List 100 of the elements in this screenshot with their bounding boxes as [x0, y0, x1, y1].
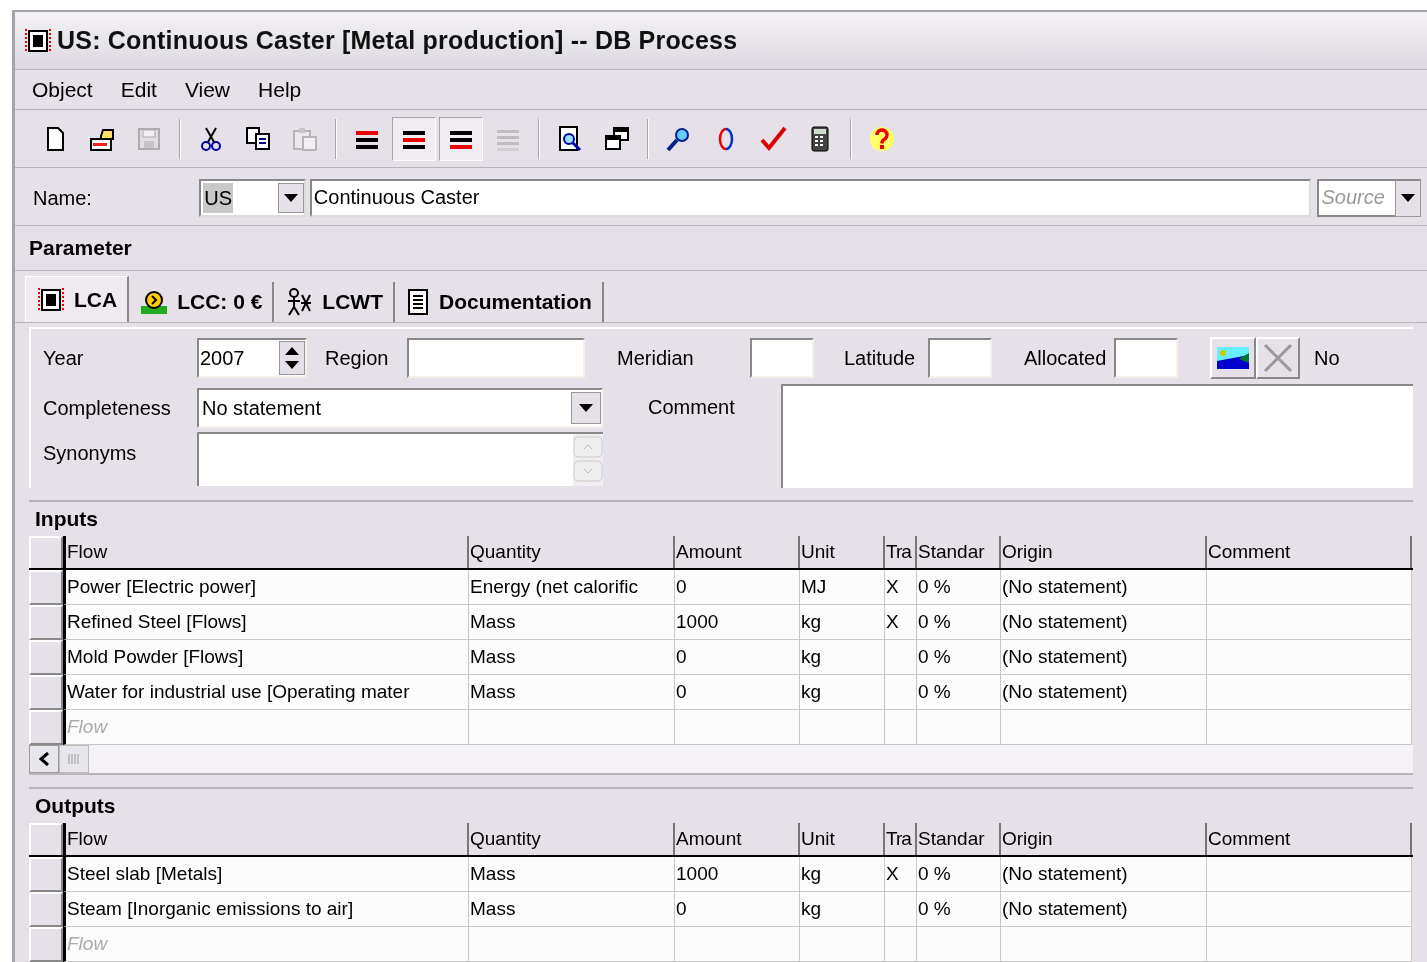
synonyms-field[interactable] [197, 432, 603, 486]
table-cell: 0 [675, 892, 800, 927]
comment-field[interactable] [781, 384, 1413, 488]
column-header[interactable]: Amount [675, 536, 800, 568]
column-header[interactable]: Standar [917, 823, 1001, 855]
column-header[interactable]: Comment [1207, 823, 1412, 855]
table-cell: 0 [675, 640, 800, 675]
table-cell: X [885, 570, 917, 605]
toolbar-button[interactable] [392, 116, 436, 161]
table-cell: Power [Electric power] [63, 570, 469, 605]
table-cell: Steam [Inorganic emissions to air] [63, 892, 469, 927]
table-cell: X [885, 605, 917, 640]
column-header[interactable]: Flow [63, 536, 469, 568]
row-header[interactable] [29, 570, 63, 605]
section-title: Parameter [29, 235, 132, 262]
field-label: Allocated [1023, 346, 1108, 371]
prefix-combo[interactable]: US [199, 178, 306, 217]
tab[interactable]: LCA [25, 276, 130, 322]
field-label: Meridian [616, 346, 695, 371]
source-field[interactable]: Source [1317, 178, 1396, 217]
toolbar-button[interactable] [439, 116, 483, 161]
row-header[interactable] [29, 605, 63, 640]
menu-item[interactable]: Object [31, 73, 94, 106]
cross-icon [1263, 343, 1293, 373]
section-title: Inputs [35, 506, 98, 533]
column-header[interactable]: Tra [885, 823, 917, 855]
table-cell: kg [800, 675, 885, 710]
column-header[interactable]: Origin [1001, 823, 1207, 855]
dropdown-arrow-icon [283, 193, 298, 202]
table-cell: (No statement) [1001, 857, 1207, 892]
table-cell: Mass [469, 857, 675, 892]
dropdown-arrow-icon [1401, 194, 1416, 202]
row-header[interactable] [29, 927, 63, 962]
row-header[interactable] [29, 640, 63, 675]
field-label: Comment [647, 395, 736, 420]
field-label: Year [42, 346, 85, 371]
field-label: Completeness [42, 396, 172, 421]
region-field[interactable] [407, 338, 585, 378]
picture-button[interactable] [1210, 337, 1256, 379]
scrollbar-thumb[interactable] [59, 745, 89, 773]
table-cell: kg [800, 605, 885, 640]
table-cell: kg [800, 640, 885, 675]
table-cell: 0 [675, 570, 800, 605]
table-cell: (No statement) [1001, 675, 1207, 710]
column-header[interactable]: Flow [63, 823, 469, 855]
landscape-icon [1217, 347, 1249, 369]
menu-item[interactable]: View [183, 73, 232, 106]
column-header[interactable]: Amount [675, 823, 800, 855]
name-field[interactable]: Continuous Caster [309, 178, 1312, 217]
field-label: Latitude [843, 346, 917, 371]
field-label: Region [324, 346, 390, 371]
table-cell: kg [800, 892, 885, 927]
year-spinner[interactable]: 2007 [197, 338, 307, 378]
field-label: No [1314, 346, 1340, 371]
column-header[interactable]: Quantity [469, 823, 675, 855]
table-cell: (No statement) [1001, 570, 1207, 605]
table-cell: Mass [469, 640, 675, 675]
column-header[interactable]: Comment [1207, 536, 1412, 568]
column-header[interactable]: Tra [885, 536, 917, 568]
window-title: US: Continuous Caster [Metal production] -- DB Process [57, 24, 738, 56]
selected-text: US [203, 182, 234, 213]
column-header[interactable]: Unit [800, 823, 885, 855]
table-cell: Refined Steel [Flows] [63, 605, 469, 640]
arrow-left-icon [39, 752, 49, 766]
column-header[interactable]: Origin [1001, 536, 1207, 568]
table-cell: 0 % [917, 605, 1001, 640]
table-cell: (No statement) [1001, 640, 1207, 675]
row-header[interactable] [29, 892, 63, 927]
dropdown-button[interactable] [1395, 178, 1422, 217]
latitude-field[interactable] [928, 338, 992, 378]
column-header[interactable]: Standar [917, 536, 1001, 568]
table-cell: Mold Powder [Flows] [63, 640, 469, 675]
column-header[interactable]: Unit [800, 536, 885, 568]
table-cell: (No statement) [1001, 892, 1207, 927]
table-cell: (No statement) [1001, 605, 1207, 640]
table-cell: Energy (net calorific [469, 570, 675, 605]
table-cell: Mass [469, 605, 675, 640]
row-header[interactable] [29, 675, 63, 710]
meridian-field[interactable] [750, 338, 814, 378]
allocated-field[interactable] [1114, 338, 1178, 378]
scroll-arrows-icon [573, 436, 603, 484]
dropdown-arrow-icon [579, 404, 593, 412]
menu-item[interactable]: Help [257, 73, 303, 106]
table-cell: 0 % [917, 857, 1001, 892]
table-cell: X [885, 857, 917, 892]
document-icon [405, 287, 431, 317]
completeness-combo[interactable]: No statement [197, 388, 603, 428]
spinner-arrows-icon [285, 347, 299, 369]
column-header[interactable]: Quantity [469, 536, 675, 568]
grip-icon [68, 754, 80, 764]
menu-item[interactable]: Edit [119, 73, 158, 106]
field-label: Synonyms [42, 441, 138, 466]
table-cell: 0 % [917, 640, 1001, 675]
table-cell: 0 % [917, 570, 1001, 605]
table-cell: 1000 [675, 605, 800, 640]
scroll-left-button[interactable] [29, 745, 59, 773]
table-cell: 0 % [917, 892, 1001, 927]
table-cell [885, 892, 917, 927]
table-cell: MJ [800, 570, 885, 605]
row-header[interactable] [29, 857, 63, 892]
